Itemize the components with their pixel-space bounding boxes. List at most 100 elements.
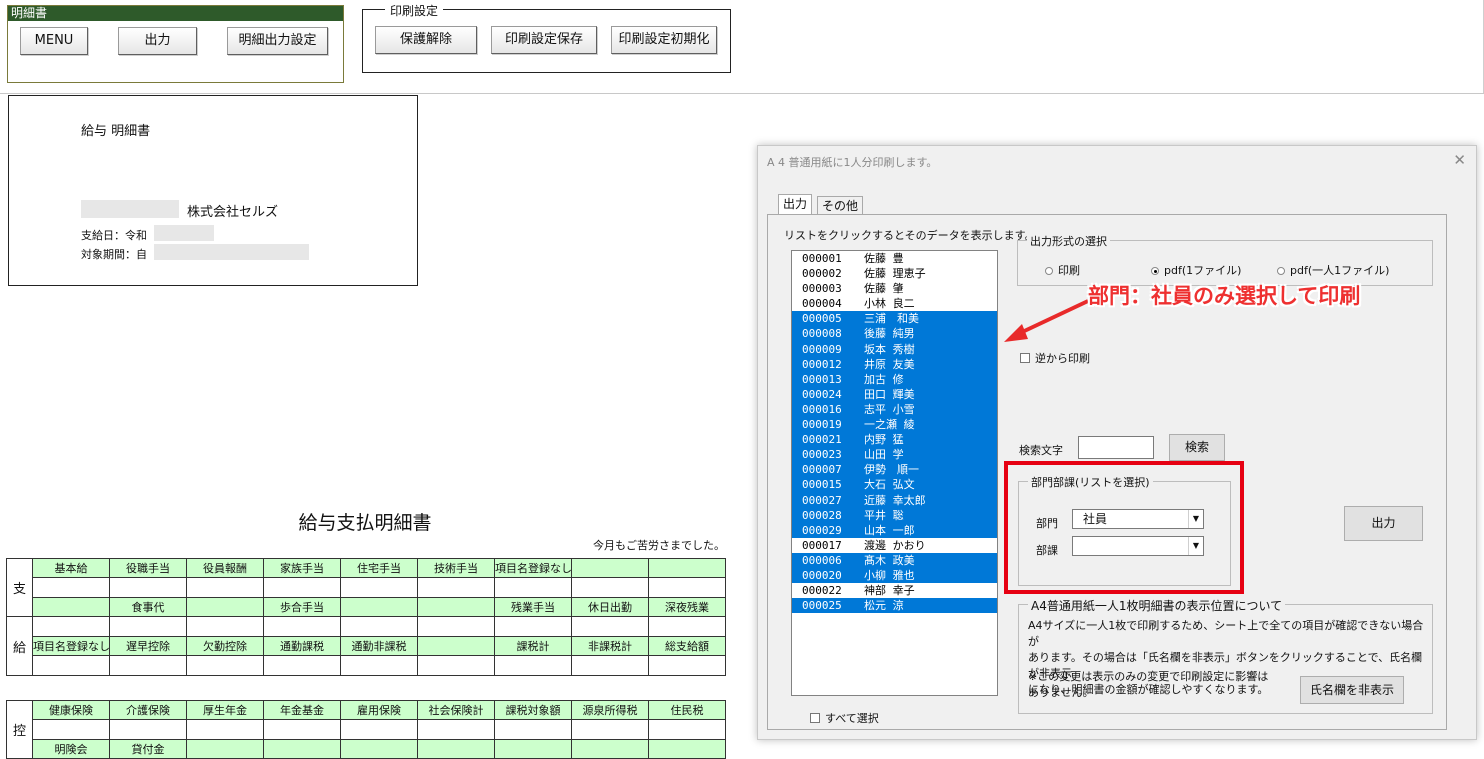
list-item[interactable]: 000009 坂本 秀樹 <box>792 341 997 357</box>
radio-dot-icon <box>1277 267 1285 275</box>
employee-list[interactable]: 000001 佐藤 豊 000002 佐藤 理恵子 000003 佐藤 肇 000004 小林… <box>791 250 998 696</box>
value-cell[interactable] <box>494 577 572 598</box>
list-item[interactable]: 000015 大石 弘文 <box>792 477 997 493</box>
list-item[interactable]: 000022 神部 幸子 <box>792 583 997 598</box>
list-item[interactable]: 000028 平井 聡 <box>792 507 997 523</box>
value-cell[interactable] <box>417 655 495 676</box>
value-cell[interactable] <box>571 616 649 637</box>
unprotect-button[interactable]: 保護解除 <box>375 26 477 54</box>
value-cell[interactable] <box>32 655 110 676</box>
value-cell[interactable] <box>340 655 418 676</box>
tab-other[interactable]: その他 <box>817 196 864 216</box>
list-item[interactable]: 000016 志平 小雪 <box>792 401 997 418</box>
value-cell[interactable] <box>109 577 187 598</box>
menu-button[interactable]: MENU <box>20 27 88 55</box>
list-item[interactable]: 000027 近藤 幸太郎 <box>792 492 997 508</box>
value-cell[interactable] <box>648 616 726 637</box>
value-cell[interactable] <box>494 719 572 740</box>
list-item[interactable]: 000007 伊勢 順一 <box>792 462 997 478</box>
value-cell[interactable] <box>494 616 572 637</box>
employee-code: 000024 <box>802 387 842 401</box>
list-item[interactable]: 000017 渡邊 かおり <box>792 538 997 553</box>
list-item[interactable]: 000023 山田 学 <box>792 447 997 463</box>
detail-output-settings-button[interactable]: 明細出力設定 <box>227 27 328 55</box>
value-cell[interactable] <box>263 577 341 598</box>
pay-cell <box>571 558 649 578</box>
value-cell[interactable] <box>494 655 572 676</box>
value-cell[interactable] <box>648 719 726 740</box>
value-cell[interactable] <box>109 655 187 676</box>
value-cell[interactable] <box>186 577 264 598</box>
list-item[interactable]: 000001 佐藤 豊 <box>792 251 997 266</box>
list-item[interactable]: 000003 佐藤 肇 <box>792 281 997 296</box>
value-cell[interactable] <box>263 616 341 637</box>
list-item[interactable]: 000024 田口 輝美 <box>792 386 997 402</box>
reverse-print-checkbox[interactable]: 逆から印刷 <box>1020 350 1090 366</box>
value-cell[interactable] <box>571 577 649 598</box>
value-cell[interactable] <box>648 655 726 676</box>
select-all-checkbox[interactable]: すべて選択 <box>810 710 879 726</box>
employee-code: 000022 <box>802 584 842 598</box>
list-item[interactable]: 000029 山本 一郎 <box>792 522 997 538</box>
radio-dot-selected-icon <box>1151 267 1159 275</box>
list-item[interactable]: 000025 松元 涼 <box>792 598 997 614</box>
value-cell[interactable] <box>417 719 495 740</box>
value-cell[interactable] <box>648 577 726 598</box>
pay-cell <box>417 636 495 656</box>
value-cell[interactable] <box>32 577 110 598</box>
tab-output[interactable]: 出力 <box>778 194 813 215</box>
value-cell[interactable] <box>32 616 110 637</box>
search-input[interactable] <box>1078 436 1154 459</box>
list-item[interactable]: 000012 井原 友美 <box>792 356 997 372</box>
value-cell[interactable] <box>32 719 110 740</box>
dialog-output-button[interactable]: 出力 <box>1344 506 1423 541</box>
value-cell[interactable] <box>417 616 495 637</box>
value-cell[interactable] <box>340 616 418 637</box>
close-icon[interactable]: ✕ <box>1453 151 1466 169</box>
sheet-command-panel: 明細書 MENU 出力 明細出力設定 <box>7 5 344 83</box>
list-item[interactable]: 000008 後藤 純男 <box>792 326 997 342</box>
radio-pdf-per-person[interactable]: pdf(一人1ファイル) <box>1277 262 1389 278</box>
list-item[interactable]: 000020 小柳 雅也 <box>792 567 997 584</box>
value-cell[interactable] <box>186 616 264 637</box>
value-cell[interactable] <box>109 616 187 637</box>
note-line: ※この変更は表示のみの変更で印刷設定に影響は <box>1028 670 1269 683</box>
employee-code: 000028 <box>802 508 842 522</box>
value-cell[interactable] <box>340 577 418 598</box>
employee-name: 松元 涼 <box>864 599 904 613</box>
employee-name: 大石 弘文 <box>864 478 915 492</box>
employee-code: 000019 <box>802 418 842 432</box>
list-item[interactable]: 000021 内野 猛 <box>792 432 997 448</box>
value-cell[interactable] <box>417 577 495 598</box>
output-button[interactable]: 出力 <box>118 27 197 55</box>
value-cell[interactable] <box>263 655 341 676</box>
deduction-cell: 介護保険 <box>109 700 187 720</box>
deduction-cell: 課税対象額 <box>494 700 572 720</box>
list-item[interactable]: 000013 加古 修 <box>792 371 997 387</box>
list-item[interactable]: 000004 小林 良二 <box>792 296 997 311</box>
value-cell[interactable] <box>571 719 649 740</box>
employee-code: 000005 <box>802 312 842 326</box>
list-item[interactable]: 000019 一之瀬 綾 <box>792 417 997 433</box>
list-item[interactable]: 000002 佐藤 理恵子 <box>792 266 997 281</box>
list-item[interactable]: 000006 髙木 政美 <box>792 552 997 568</box>
pay-cell: 総支給額 <box>648 636 726 656</box>
value-cell[interactable] <box>186 655 264 676</box>
deduction-cell <box>494 739 572 759</box>
list-item[interactable]: 000005 三浦 和美 <box>792 311 997 327</box>
value-cell[interactable] <box>186 719 264 740</box>
value-cell[interactable] <box>571 655 649 676</box>
hide-name-column-button[interactable]: 氏名欄を非表示 <box>1300 676 1404 704</box>
employee-code: 000012 <box>802 357 842 371</box>
radio-print[interactable]: 印刷 <box>1045 262 1080 278</box>
search-button[interactable]: 検索 <box>1169 434 1225 461</box>
employee-name: 渡邊 かおり <box>864 538 926 552</box>
employee-name: 伊勢 順一 <box>864 463 919 477</box>
value-cell[interactable] <box>109 719 187 740</box>
period-label: 対象期間：自 <box>81 248 147 261</box>
reset-print-settings-button[interactable]: 印刷設定初期化 <box>611 26 717 54</box>
radio-pdf-single[interactable]: pdf(1ファイル) <box>1151 262 1241 278</box>
value-cell[interactable] <box>263 719 341 740</box>
save-print-settings-button[interactable]: 印刷設定保存 <box>491 26 597 54</box>
value-cell[interactable] <box>340 719 418 740</box>
